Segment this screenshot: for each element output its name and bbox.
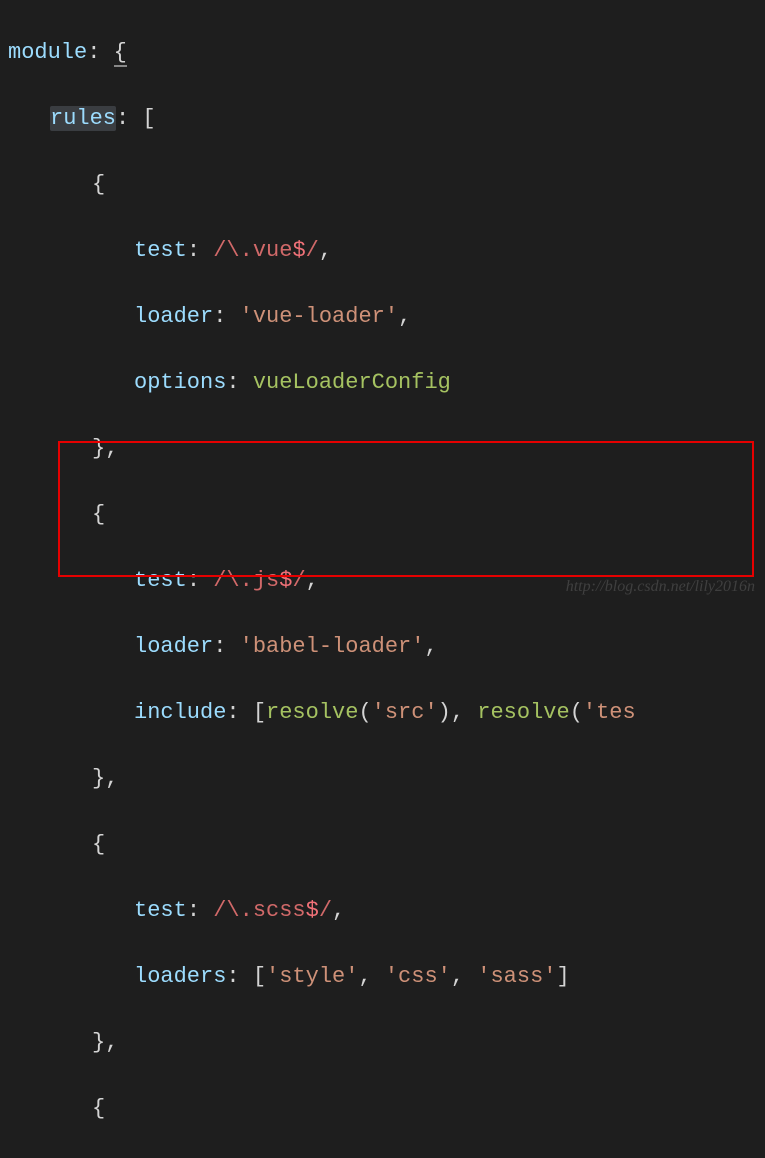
key-include: include	[134, 700, 226, 725]
identifier: vueLoaderConfig	[253, 370, 451, 395]
brace: },	[92, 766, 118, 791]
func-call: resolve	[266, 700, 358, 725]
code-line: include: [resolve('src'), resolve('tes	[8, 696, 765, 729]
string: 'vue-loader'	[240, 304, 398, 329]
code-line: {	[8, 828, 765, 861]
key-options: options	[134, 370, 226, 395]
code-line: loader: 'vue-loader',	[8, 300, 765, 333]
code-line: },	[8, 432, 765, 465]
punct: :	[87, 40, 113, 65]
brace: {	[92, 172, 105, 197]
string: 'babel-loader'	[240, 634, 425, 659]
key-test: test	[134, 568, 187, 593]
regex: /	[213, 568, 226, 593]
key-test: test	[134, 898, 187, 923]
code-line: },	[8, 762, 765, 795]
key-loaders: loaders	[134, 964, 226, 989]
code-line: module: {	[8, 36, 765, 69]
key-module: module	[8, 40, 87, 65]
key-loader: loader	[134, 304, 213, 329]
brace: },	[92, 436, 118, 461]
punct: : [	[116, 106, 156, 131]
brace: },	[92, 1030, 118, 1055]
code-line: {	[8, 1092, 765, 1125]
regex: /	[213, 898, 226, 923]
code-line: test: /\.vue$/,	[8, 234, 765, 267]
key-test: test	[134, 238, 187, 263]
key-rules: rules	[50, 106, 116, 131]
key-loader: loader	[134, 634, 213, 659]
brace: {	[92, 502, 105, 527]
code-line: rules: [	[8, 102, 765, 135]
code-line: },	[8, 1026, 765, 1059]
regex: /	[213, 238, 226, 263]
code-line: {	[8, 168, 765, 201]
code-line: options: vueLoaderConfig	[8, 366, 765, 399]
brace: {	[114, 40, 127, 67]
brace: {	[92, 1096, 105, 1121]
code-line: {	[8, 498, 765, 531]
code-line: loaders: ['style', 'css', 'sass']	[8, 960, 765, 993]
code-line: loader: 'babel-loader',	[8, 630, 765, 663]
brace: {	[92, 832, 105, 857]
string: 'style'	[266, 964, 358, 989]
code-line: test: /\.scss$/,	[8, 894, 765, 927]
watermark: http://blog.csdn.net/lily2016n	[566, 575, 755, 599]
